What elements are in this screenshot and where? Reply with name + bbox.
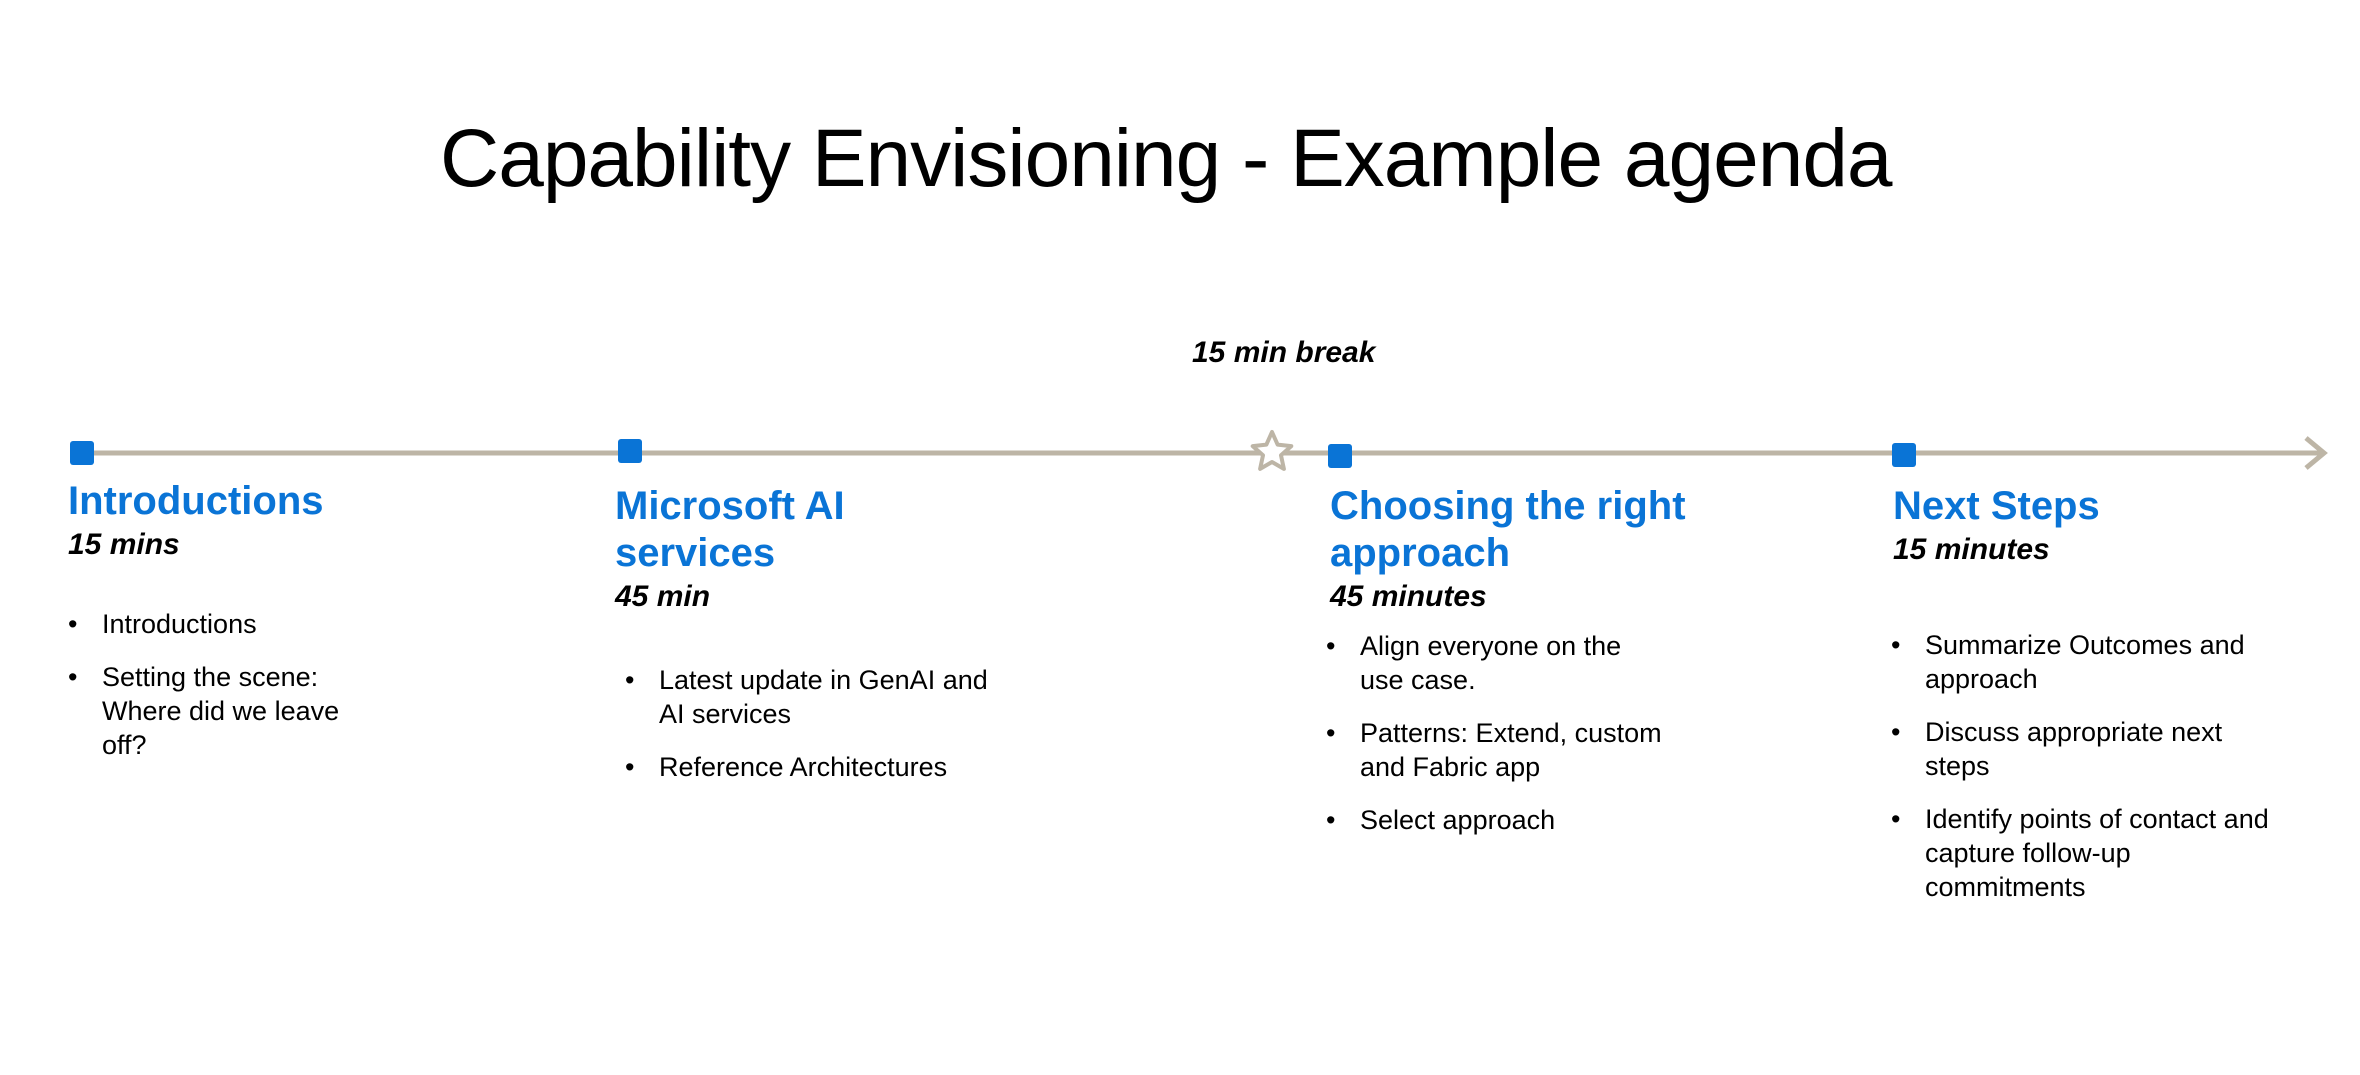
page-title: Capability Envisioning - Example agenda xyxy=(440,113,1893,204)
stage-title: Introductions xyxy=(68,479,324,523)
stage-next-steps: Next Steps 15 minutes Summarize Outcomes… xyxy=(1891,483,2313,923)
milestone-marker-approach xyxy=(1328,444,1352,468)
stage-title: Next Steps xyxy=(1893,484,2100,528)
bullet-item: Latest update in GenAI and AI services xyxy=(625,663,1005,731)
stage-approach: Choosing the right approach 45 minutes A… xyxy=(1326,483,1730,856)
stage-bullets: Align everyone on the use case. Patterns… xyxy=(1326,629,1666,837)
stage-title: Choosing the right approach xyxy=(1330,484,1686,575)
stage-duration: 15 minutes xyxy=(1893,533,2050,566)
stage-ai-services: Microsoft AI services 45 min Latest upda… xyxy=(615,483,1015,803)
milestone-marker-next-steps xyxy=(1892,443,1916,467)
bullet-item: Identify points of contact and capture f… xyxy=(1891,802,2291,904)
milestone-marker-ai-services xyxy=(618,439,642,463)
bullet-item: Reference Architectures xyxy=(625,750,1005,784)
stage-bullets: Latest update in GenAI and AI services R… xyxy=(625,663,1005,784)
stage-bullets: Introductions Setting the scene: Where d… xyxy=(68,607,358,762)
bullet-item: Discuss appropriate next steps xyxy=(1891,715,2291,783)
stage-duration: 45 min xyxy=(615,580,711,613)
stage-duration: 15 mins xyxy=(68,528,180,561)
bullet-item: Summarize Outcomes and approach xyxy=(1891,628,2291,696)
bullet-item: Align everyone on the use case. xyxy=(1326,629,1666,697)
stage-introductions: Introductions 15 mins Introductions Sett… xyxy=(68,478,388,781)
star-outline-icon xyxy=(1250,430,1294,471)
milestone-marker-introductions xyxy=(70,441,94,465)
stage-title: Microsoft AI services xyxy=(615,484,845,575)
bullet-item: Select approach xyxy=(1326,803,1666,837)
bullet-item: Setting the scene: Where did we leave of… xyxy=(68,660,358,762)
stage-bullets: Summarize Outcomes and approach Discuss … xyxy=(1891,628,2291,904)
break-label: 15 min break xyxy=(1192,336,1376,369)
stage-duration: 45 minutes xyxy=(1330,580,1487,613)
bullet-item: Patterns: Extend, custom and Fabric app xyxy=(1326,716,1666,784)
bullet-item: Introductions xyxy=(68,607,358,641)
